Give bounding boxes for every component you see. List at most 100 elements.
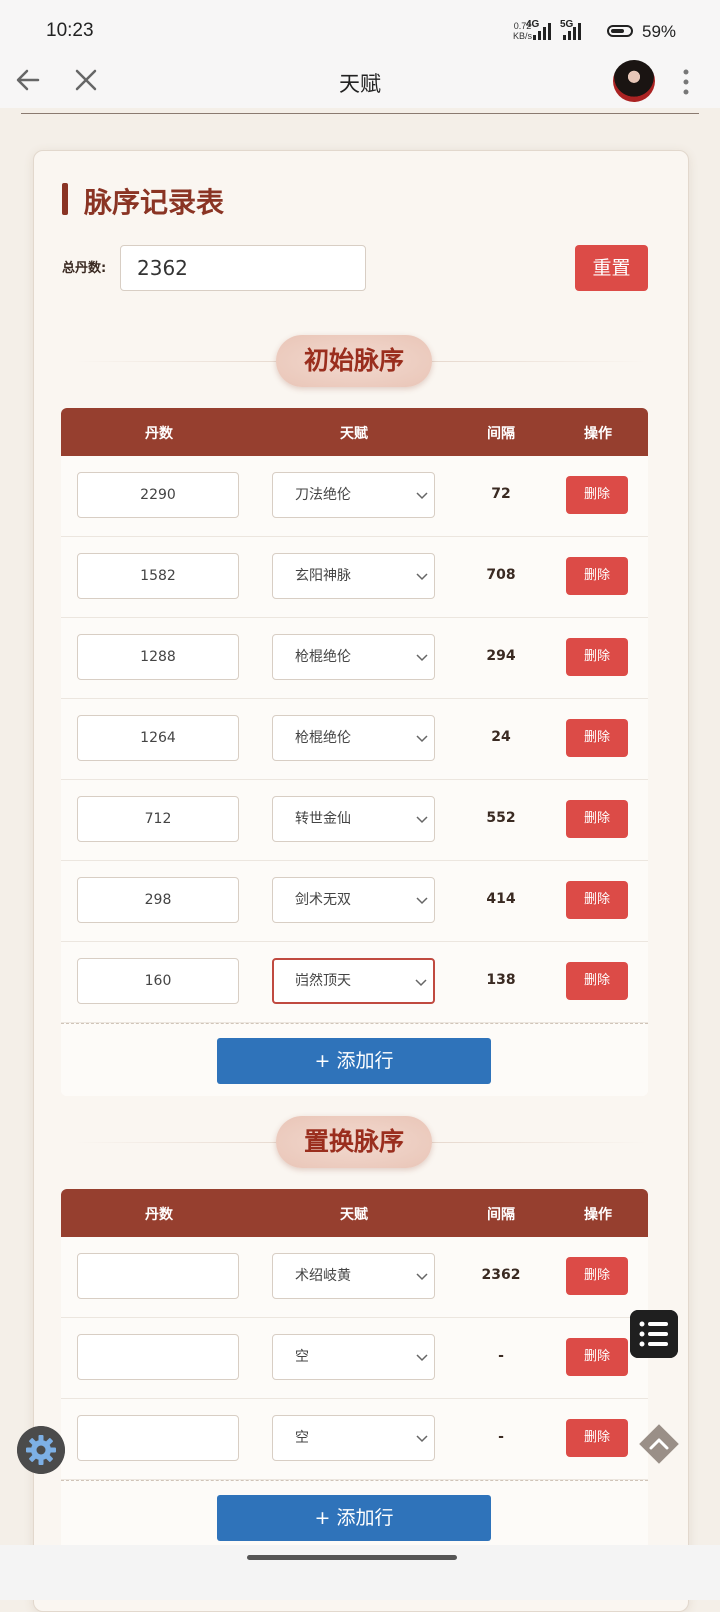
talent-select[interactable]: 枪棍绝伦 [272, 634, 435, 680]
table-row: 1582 玄阳神脉 708 删除 [61, 537, 648, 618]
table-header: 丹数 天赋 间隔 操作 [61, 408, 648, 456]
interval-value: 294 [486, 648, 516, 664]
table-header: 丹数 天赋 间隔 操作 [61, 1189, 648, 1237]
header-talent: 天赋 [340, 1207, 368, 1223]
count-input[interactable]: 712 [77, 796, 239, 842]
talent-select[interactable]: 剑术无双 [272, 877, 435, 923]
signal-4g-icon [533, 22, 551, 40]
talent-value: 剑术无双 [295, 892, 351, 908]
add-row-area: + 添加行 [61, 1480, 648, 1553]
header-interval: 间隔 [487, 426, 515, 442]
count-input[interactable] [77, 1334, 239, 1380]
table-row: 1288 枪棍绝伦 294 删除 [61, 618, 648, 699]
delete-button[interactable]: 删除 [566, 1338, 628, 1376]
page-title: 天赋 [339, 72, 381, 96]
header-talent: 天赋 [340, 426, 368, 442]
net-speed-unit: KB/s [513, 31, 533, 41]
gear-icon[interactable] [17, 1426, 65, 1474]
delete-button[interactable]: 删除 [566, 476, 628, 514]
talent-value: 岿然顶天 [295, 973, 351, 989]
count-input[interactable]: 1288 [77, 634, 239, 680]
header-interval: 间隔 [487, 1207, 515, 1223]
signal-5g-icon [563, 22, 581, 40]
count-input[interactable]: 298 [77, 877, 239, 923]
total-label: 总丹数: [62, 261, 107, 276]
delete-button[interactable]: 删除 [566, 800, 628, 838]
talent-value: 空 [295, 1430, 309, 1446]
replace-table: 丹数 天赋 间隔 操作 术绍岐黄 2362 删除空 - 删除空 - 删除 + 添加行 [61, 1189, 648, 1553]
count-input[interactable]: 1264 [77, 715, 239, 761]
chevron-down-icon [416, 1273, 428, 1281]
interval-value: 552 [486, 810, 516, 826]
talent-select[interactable]: 术绍岐黄 [272, 1253, 435, 1299]
home-indicator-area [0, 1545, 720, 1600]
talent-select[interactable]: 枪棍绝伦 [272, 715, 435, 761]
total-input[interactable]: 2362 [120, 245, 366, 291]
interval-value: 2362 [481, 1267, 521, 1283]
delete-button[interactable]: 删除 [566, 557, 628, 595]
talent-value: 枪棍绝伦 [295, 730, 351, 746]
more-vert-icon[interactable] [682, 68, 690, 96]
chevron-down-icon [416, 735, 428, 743]
interval-value: 414 [486, 891, 516, 907]
count-input[interactable]: 2290 [77, 472, 239, 518]
interval-value: 24 [491, 729, 511, 745]
interval-value: 72 [491, 486, 511, 502]
talent-select[interactable]: 转世金仙 [272, 796, 435, 842]
card-title: 脉序记录表 [84, 186, 225, 219]
section-title-initial: 初始脉序 [276, 335, 432, 387]
interval-value: - [498, 1348, 504, 1364]
header-action: 操作 [584, 426, 612, 442]
battery-icon [607, 25, 633, 37]
table-row: 1264 枪棍绝伦 24 删除 [61, 699, 648, 780]
delete-button[interactable]: 删除 [566, 719, 628, 757]
talent-select[interactable]: 刀法绝伦 [272, 472, 435, 518]
talent-value: 术绍岐黄 [295, 1268, 351, 1284]
talent-select[interactable]: 空 [272, 1334, 435, 1380]
count-input[interactable]: 1582 [77, 553, 239, 599]
talent-value: 转世金仙 [295, 811, 351, 827]
talent-select[interactable]: 玄阳神脉 [272, 553, 435, 599]
status-bar: 10:23 0.72 KB/s 4G 5G 59% [0, 0, 720, 60]
table-row: 术绍岐黄 2362 删除 [61, 1237, 648, 1318]
list-icon[interactable] [630, 1310, 678, 1358]
table-row: 298 剑术无双 414 删除 [61, 861, 648, 942]
interval-value: 708 [486, 567, 516, 583]
table-row: 空 - 删除 [61, 1399, 648, 1480]
header-count: 丹数 [145, 1207, 173, 1223]
delete-button[interactable]: 删除 [566, 1257, 628, 1295]
chevron-up-icon[interactable] [636, 1421, 682, 1467]
section-title-replace: 置换脉序 [276, 1116, 432, 1168]
home-bar[interactable] [247, 1555, 457, 1560]
table-row: 712 转世金仙 552 删除 [61, 780, 648, 861]
add-row-button[interactable]: + 添加行 [217, 1495, 491, 1541]
interval-value: - [498, 1429, 504, 1445]
count-input[interactable]: 160 [77, 958, 239, 1004]
avatar[interactable] [613, 60, 655, 102]
count-input[interactable] [77, 1415, 239, 1461]
chevron-down-icon [415, 979, 427, 987]
count-input[interactable] [77, 1253, 239, 1299]
delete-button[interactable]: 删除 [566, 881, 628, 919]
table-row: 2290 刀法绝伦 72 删除 [61, 456, 648, 537]
chevron-down-icon [416, 654, 428, 662]
chevron-down-icon [416, 492, 428, 500]
chevron-down-icon [416, 1354, 428, 1362]
talent-select[interactable]: 岿然顶天 [272, 958, 435, 1004]
add-row-button[interactable]: + 添加行 [217, 1038, 491, 1084]
delete-button[interactable]: 删除 [566, 962, 628, 1000]
chevron-down-icon [416, 1435, 428, 1443]
nav-bar: 天赋 [0, 60, 720, 108]
talent-select[interactable]: 空 [272, 1415, 435, 1461]
talent-value: 玄阳神脉 [295, 568, 351, 584]
table-row: 空 - 删除 [61, 1318, 648, 1399]
initial-table: 丹数 天赋 间隔 操作 2290 刀法绝伦 72 删除 1582 玄阳神脉 708 删除 128… [61, 408, 648, 1096]
divider [21, 113, 699, 114]
delete-button[interactable]: 删除 [566, 638, 628, 676]
title-accent-bar [62, 183, 68, 215]
reset-button[interactable]: 重置 [575, 245, 648, 291]
delete-button[interactable]: 删除 [566, 1419, 628, 1457]
record-card: 脉序记录表 总丹数: 2362 重置 初始脉序 丹数 天赋 间隔 操作 2290… [33, 150, 689, 1612]
battery-percent: 59% [642, 22, 677, 41]
talent-value: 空 [295, 1349, 309, 1365]
